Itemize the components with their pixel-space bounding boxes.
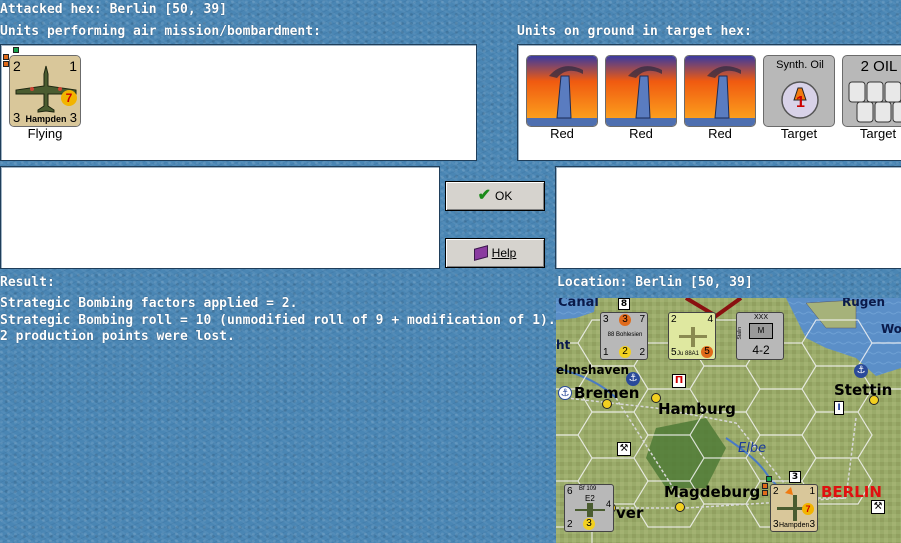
oil-barrels-icon: [848, 81, 901, 123]
ground-units-label: Units on ground in target hex:: [517, 24, 752, 39]
counter-value: 3: [619, 314, 631, 326]
factory-icon: [527, 56, 597, 126]
help-button-label: Help: [491, 246, 517, 260]
counter-value: 2: [567, 519, 573, 530]
unit-badge: 7: [802, 503, 814, 515]
unit-name: Hampden: [25, 114, 67, 124]
counter-name: 88 Bohlesien: [607, 332, 643, 338]
attacked-hex-label: Attacked hex: Berlin [50, 39]: [0, 2, 227, 17]
air-unit-hampden[interactable]: 2 1 7 3 Hampden 3: [9, 55, 81, 127]
ground-units-panel: Red Red Red Synth. Oil 1 Target 2 OIL Ta…: [517, 44, 901, 161]
factory-marker-icon: Π: [672, 374, 686, 388]
map-label-ver: ver: [616, 504, 644, 522]
ground-unit-caption: Target: [859, 126, 897, 141]
map-label-canal: Canal: [558, 298, 599, 310]
ok-button-label: OK: [495, 189, 513, 203]
help-button[interactable]: Help: [445, 238, 545, 268]
resource-marker-icon: ⚒: [871, 500, 885, 514]
port-anchor-icon: ⚓: [854, 364, 868, 378]
hex-marker-8: 8: [618, 298, 630, 310]
map-label-wo: Wo: [881, 322, 901, 336]
city-marker: [602, 399, 612, 409]
resource-marker-icon: ⚒: [617, 442, 631, 456]
ground-unit-factory[interactable]: [684, 55, 756, 127]
location-map[interactable]: Canal Rügen Wo ht elmshaven Bremen Hambu…: [556, 298, 901, 543]
map-label-elbe: Elbe: [738, 441, 767, 456]
counter-value: 3: [809, 519, 815, 530]
result-label: Result:: [0, 275, 55, 290]
ground-unit-factory[interactable]: [526, 55, 598, 127]
counter-corps[interactable]: XXX M Stalin 4-2: [736, 312, 784, 360]
attacker-detail-panel: [0, 166, 440, 269]
counter-value: 3: [773, 519, 779, 530]
counter-hampden[interactable]: 2 1 7 3 Hampden 3: [770, 484, 818, 532]
counter-value: 2: [619, 346, 631, 358]
map-label-hamburg: Hamburg: [658, 400, 736, 418]
synth-oil-icon: [781, 81, 819, 119]
factory-icon: [685, 56, 755, 126]
factory-icon: [606, 56, 676, 126]
map-label-rugen: Rügen: [842, 298, 886, 309]
defender-detail-panel: [555, 166, 901, 269]
unit-bottom-right: 3: [69, 110, 77, 125]
counter-name: Ju 88A1: [677, 351, 700, 357]
counter-value: 5: [671, 347, 677, 358]
map-label-magdeburg: Magdeburg: [664, 483, 761, 501]
counter-value: 3: [583, 518, 595, 530]
map-label-elmshaven: elmshaven: [556, 363, 630, 377]
port-anchor-icon: ⚓: [558, 386, 572, 400]
port-anchor-icon: ⚓: [626, 372, 640, 386]
ground-unit-synth-oil[interactable]: Synth. Oil 1: [763, 55, 835, 127]
ground-unit-caption: Target: [780, 126, 818, 141]
ground-unit-caption: Red: [629, 126, 653, 141]
counter-bohlesien[interactable]: 3 3 7 88 Bohlesien 1 2 2: [600, 312, 648, 360]
counter-value: 1: [603, 347, 609, 358]
counter-size: XXX: [753, 314, 768, 321]
ground-unit-caption: Red: [550, 126, 574, 141]
result-line: Strategic Bombing roll = 10 (unmodified …: [0, 313, 556, 328]
checkmark-icon: ✔: [477, 187, 492, 204]
city-marker: [869, 395, 879, 405]
unit-right-value: 1: [69, 58, 77, 74]
unit-left-value: 2: [13, 58, 21, 74]
infantry-symbol-icon: M: [749, 323, 773, 339]
result-line: 2 production points were lost.: [0, 329, 235, 344]
counter-name: Hampden: [779, 522, 810, 529]
location-label: Location: Berlin [50, 39]: [557, 275, 753, 290]
ok-button[interactable]: ✔ OK: [445, 181, 545, 211]
result-line: Strategic Bombing factors applied = 2.: [0, 296, 298, 311]
city-marker: [675, 502, 685, 512]
ground-unit-factory[interactable]: [605, 55, 677, 127]
counter-value: 4-2: [752, 343, 770, 357]
counter-value: 5: [701, 346, 713, 358]
help-book-icon: [473, 245, 488, 261]
unit-bottom-left: 3: [13, 110, 21, 125]
air-units-label: Units performing air mission/bombardment…: [0, 24, 321, 39]
counter-value: 7: [639, 314, 645, 325]
hex-marker-3: 3: [789, 471, 801, 483]
counter-value: 2: [639, 347, 645, 358]
unit-status-indicator: [762, 476, 772, 496]
city-marker: [651, 393, 661, 403]
map-label-stettin: Stettin: [834, 381, 893, 399]
unit-badge: 7: [61, 90, 77, 106]
ground-unit-oil[interactable]: 2 OIL: [842, 55, 901, 127]
counter-value: 3: [603, 314, 609, 325]
air-units-panel: 2 1 7 3 Hampden 3 Flying: [0, 44, 477, 161]
map-label-berlin: BERLIN: [821, 483, 882, 501]
air-unit-caption: Flying: [27, 126, 63, 141]
counter-bf109[interactable]: 6 Bf 109 E2 4 2 3: [564, 484, 614, 532]
map-label-ht: ht: [556, 338, 571, 352]
factory-marker-icon: I: [834, 401, 844, 415]
synth-oil-value: 1: [796, 94, 805, 111]
counter-side: Stalin: [737, 327, 743, 340]
counter-ju88[interactable]: 2 4 5 Ju 88A1 5: [668, 312, 716, 360]
ground-unit-caption: Red: [708, 126, 732, 141]
